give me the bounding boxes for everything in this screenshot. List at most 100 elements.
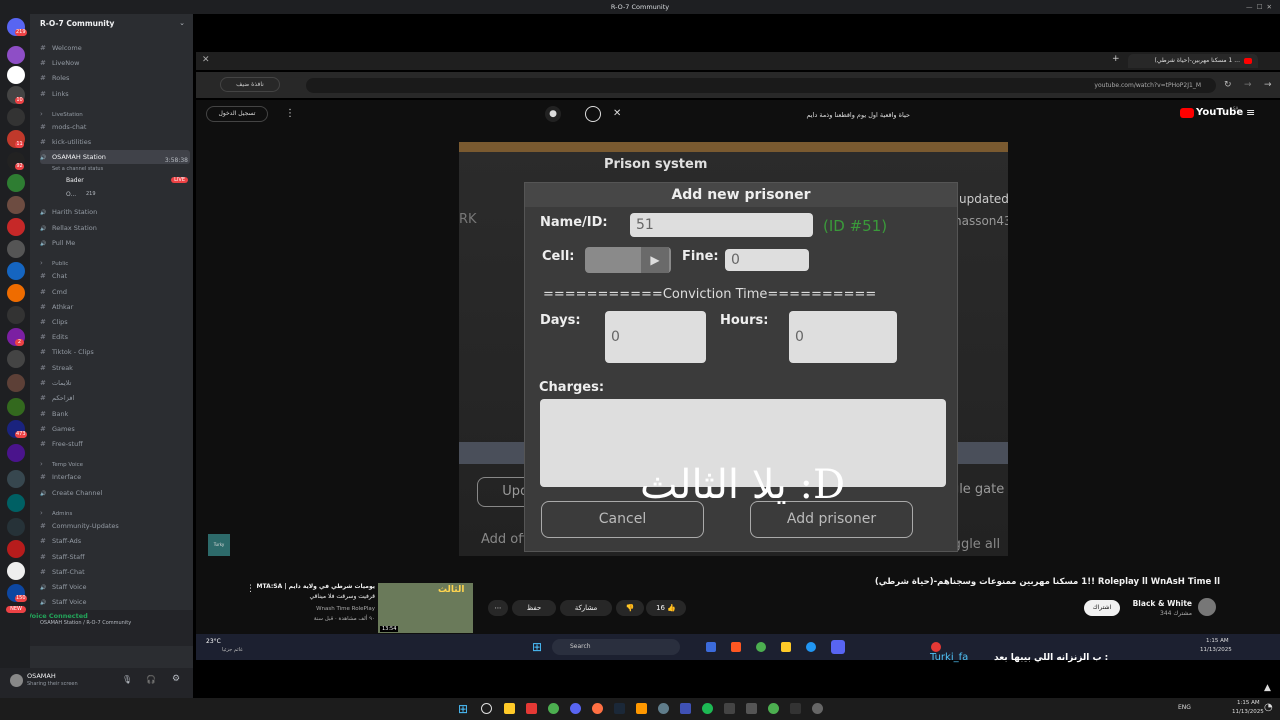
channel-item[interactable]: # Streak — [40, 361, 190, 375]
app-icon[interactable] — [790, 703, 801, 714]
close-icon[interactable]: ✕ — [202, 55, 210, 65]
channel-item[interactable]: # Interface — [40, 470, 190, 484]
app-icon[interactable] — [724, 703, 735, 714]
subscribe-button[interactable]: اشتراك — [1084, 600, 1120, 616]
server-icon[interactable] — [7, 66, 25, 84]
channel-item[interactable]: # Chat — [40, 269, 190, 283]
channel-item[interactable]: 🔊 Staff Voice — [40, 595, 190, 609]
channel-item[interactable]: # Staff-Ads — [40, 534, 190, 548]
server-icon[interactable] — [7, 398, 25, 416]
voice-connected[interactable]: Voice Connected — [30, 612, 88, 620]
dislike-button[interactable]: 👎 — [616, 600, 644, 616]
window-controls[interactable]: — ☐ ✕ — [1246, 0, 1272, 14]
server-icon[interactable] — [7, 540, 25, 558]
youtube-logo-icon[interactable] — [1180, 108, 1194, 118]
app-icon[interactable] — [746, 703, 757, 714]
channel-item[interactable]: 🔊 Harith Station — [40, 205, 190, 219]
language-indicator[interactable]: ENG — [1178, 704, 1191, 711]
windows-icon[interactable]: ⊞ — [458, 703, 468, 715]
chrome-icon[interactable] — [548, 703, 559, 714]
clock-date[interactable]: 11/13/2025 — [1232, 709, 1264, 715]
tab-youtube[interactable]: (حياة شرطي)-1 مسكنا مهربين ... — [1128, 54, 1258, 68]
channel-item[interactable]: # Edits — [40, 330, 190, 344]
avatar[interactable] — [10, 674, 23, 687]
channel-item[interactable]: # Community-Updates — [40, 519, 190, 533]
server-icon[interactable] — [7, 518, 25, 536]
server-icon[interactable] — [7, 306, 25, 324]
chevron-down-icon[interactable]: ⌄ — [179, 19, 185, 27]
channel-category[interactable]: › LiveStation — [40, 107, 190, 121]
share-button[interactable]: مشاركة — [560, 600, 612, 616]
search-icon[interactable] — [481, 703, 492, 714]
server-icon[interactable] — [7, 562, 25, 580]
gear-icon[interactable]: ⚙ — [172, 674, 180, 684]
channel-item[interactable]: # LiveNow — [40, 56, 190, 70]
clear-icon[interactable]: ✕ — [613, 108, 621, 119]
sign-in-button[interactable]: تسجيل الدخول — [206, 106, 268, 122]
mic-icon[interactable]: 🎙 — [122, 675, 132, 684]
url-bar[interactable]: youtube.com/watch?v=tPHoP2J1_M — [306, 78, 1216, 93]
app-icon[interactable] — [592, 703, 603, 714]
search-icon[interactable] — [585, 106, 601, 122]
channel-item[interactable]: # Games — [40, 422, 190, 436]
search-input[interactable]: حياة واقعية اول يوم واقطعنا وذمة دايم — [620, 106, 910, 124]
channel-item[interactable]: # Staff-Staff — [40, 550, 190, 564]
member-name[interactable]: Bader — [66, 177, 84, 184]
recommended-video[interactable]: الثالث 13:54 MTA:SA | يوميات شرطي في ولا… — [240, 580, 480, 633]
turkey-icon[interactable]: Turky — [208, 534, 230, 556]
server-icon[interactable] — [7, 444, 25, 462]
save-button[interactable]: حفظ — [512, 600, 556, 616]
channel-item[interactable]: # Staff-Chat — [40, 565, 190, 579]
channel-item[interactable]: 🔊 Pull Me — [40, 236, 190, 250]
mic-icon[interactable]: ● — [545, 106, 561, 122]
channel-item[interactable]: # Tiktok - Clips — [40, 345, 190, 359]
forward-icon[interactable]: → — [1244, 80, 1252, 90]
app-icon[interactable] — [680, 703, 691, 714]
channel-item[interactable]: 🔊 Rellax Station — [40, 221, 190, 235]
clock-time[interactable]: 1:15 AM — [1237, 700, 1260, 706]
channel-item[interactable]: # Athkar — [40, 300, 190, 314]
channel-item[interactable]: # Cmd — [40, 285, 190, 299]
rec-more-icon[interactable]: ⋮ — [246, 584, 255, 594]
channel-item[interactable]: # Welcome — [40, 41, 190, 55]
more-actions-icon[interactable]: ⋯ — [488, 600, 508, 616]
app-icon[interactable] — [768, 703, 779, 714]
new-tab-icon[interactable]: + — [1112, 54, 1120, 64]
guest-button[interactable]: نافذة ضيف — [220, 77, 280, 92]
server-icon[interactable] — [7, 174, 25, 192]
server-icon[interactable] — [7, 350, 25, 368]
server-icon[interactable] — [7, 284, 25, 302]
channel-item[interactable]: # Roles — [40, 71, 190, 85]
channel-item[interactable]: # Links — [40, 87, 190, 101]
channel-item[interactable]: # kick-utilities — [40, 135, 190, 149]
video-thumbnail[interactable]: الثالث 13:54 — [378, 583, 473, 633]
channel-category[interactable]: › Public — [40, 256, 190, 270]
server-icon[interactable] — [7, 374, 25, 392]
server-icon[interactable] — [7, 46, 25, 64]
server-icon[interactable] — [7, 108, 25, 126]
app-icon[interactable] — [812, 703, 823, 714]
app-icon[interactable] — [658, 703, 669, 714]
app-icon[interactable] — [636, 703, 647, 714]
reload-icon[interactable]: ↻ — [1224, 80, 1232, 90]
channel-item[interactable]: # mods-chat — [40, 120, 190, 134]
spotify-icon[interactable] — [702, 703, 713, 714]
back-icon[interactable]: → — [1264, 80, 1272, 90]
app-icon[interactable] — [526, 703, 537, 714]
channel-item[interactable]: # افزاحكم — [40, 391, 190, 405]
channel-item[interactable]: # Clips — [40, 315, 190, 329]
channel-item[interactable]: # Bank — [40, 407, 190, 421]
server-icon[interactable] — [7, 196, 25, 214]
like-button[interactable]: 16 👍 — [646, 600, 686, 616]
notification-icon[interactable]: ◔ — [1264, 702, 1273, 713]
server-icon[interactable] — [7, 218, 25, 236]
explorer-icon[interactable] — [504, 703, 515, 714]
server-icon[interactable] — [7, 240, 25, 258]
menu-icon[interactable]: ≡ — [1246, 106, 1255, 119]
server-name[interactable]: R-O-7 Community — [40, 19, 114, 28]
channel-item[interactable]: 🔊 Staff Voice — [40, 580, 190, 594]
server-icon[interactable] — [7, 470, 25, 488]
server-icon[interactable] — [7, 494, 25, 512]
channel-item[interactable]: # تلايمات — [40, 376, 190, 390]
steam-icon[interactable] — [614, 703, 625, 714]
